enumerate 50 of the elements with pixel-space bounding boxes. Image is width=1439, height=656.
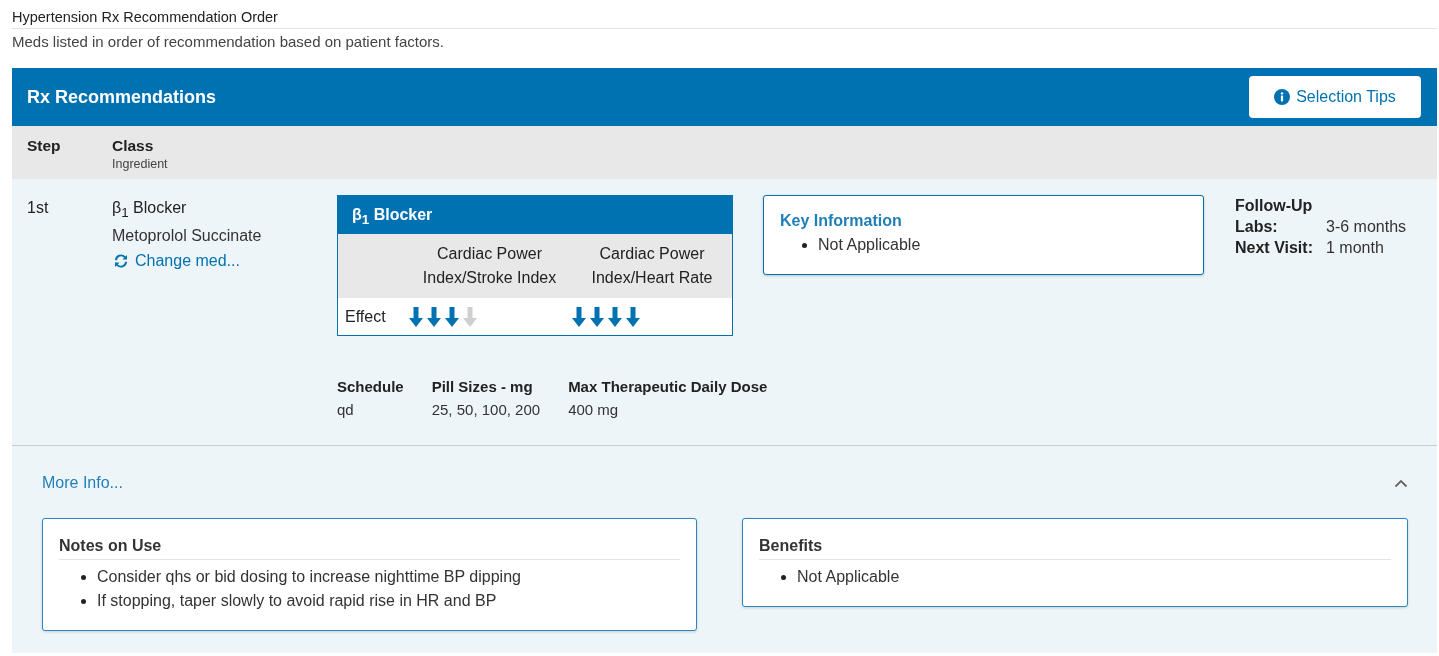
info-icon	[1274, 89, 1291, 105]
filled-arrow-icon	[571, 305, 587, 328]
bullet-icon	[781, 574, 786, 580]
list-item: Not Applicable	[818, 235, 921, 255]
dose-value: 400 mg	[568, 401, 620, 418]
list-item: If stopping, taper slowly to avoid rapid rise in HR and BP	[97, 591, 497, 611]
more-info-link[interactable]: More Info...	[42, 474, 123, 492]
bullet-icon	[81, 598, 86, 604]
refresh-icon	[112, 252, 130, 271]
dose-label: Schedule	[337, 378, 404, 395]
column-heading: Step	[27, 137, 62, 156]
column-heading: Cardiac Power Index/Stroke Index	[421, 244, 558, 288]
bullet-icon	[802, 242, 807, 248]
filled-arrow-icon	[444, 305, 460, 328]
card-title: Key Information	[780, 212, 903, 230]
follow-up-title: Follow-Up	[1235, 196, 1314, 215]
selection-tips-button[interactable]: Selection Tips	[1249, 76, 1421, 118]
filled-arrow-icon	[607, 305, 623, 328]
card-title: Benefits	[759, 537, 1391, 560]
card-title: Notes on Use	[59, 537, 680, 560]
row-label: Effect	[344, 307, 387, 326]
dose-value: qd	[337, 401, 355, 418]
follow-up-label: Next Visit:	[1235, 239, 1314, 257]
follow-up-label: Labs:	[1235, 218, 1279, 236]
change-med-link[interactable]: Change med...	[112, 252, 240, 271]
chevron-up-icon	[1394, 478, 1408, 488]
step-text: 1st	[27, 198, 50, 218]
filled-arrow-icon	[426, 305, 442, 328]
filled-arrow-icon	[625, 305, 641, 328]
ingredient-name: Metoprolol Succinate	[112, 227, 263, 246]
empty-arrow-icon	[462, 305, 478, 328]
dose-label: Max Therapeutic Daily Dose	[568, 378, 768, 395]
page-title: Hypertension Rx Recommendation Order	[12, 9, 279, 25]
list-item: Consider qhs or bid dosing to increase nighttime BP dipping	[97, 567, 521, 587]
column-heading: Class	[112, 137, 155, 155]
dose-value: 25, 50, 100, 200	[431, 401, 541, 418]
list-item: Not Applicable	[797, 567, 900, 587]
class-name: β$_{1}$ Blocker	[112, 198, 188, 221]
table-title: β$_{1}$ Blocker	[338, 196, 732, 234]
page-subtitle: Meds listed in order of recommendation based on patient factors.	[12, 32, 445, 52]
column-subheading: Ingredient	[112, 157, 169, 171]
bullet-icon	[81, 574, 86, 580]
collapse-button[interactable]	[1394, 478, 1408, 488]
follow-up-value: 3-6 months	[1326, 218, 1407, 236]
follow-up-value: 1 month	[1326, 239, 1385, 257]
filled-arrow-icon	[589, 305, 605, 328]
filled-arrow-icon	[408, 305, 424, 328]
panel-title: Rx Recommendations	[27, 86, 217, 108]
dose-label: Pill Sizes - mg	[431, 378, 534, 395]
column-heading: Cardiac Power Index/Heart Rate	[590, 244, 714, 288]
